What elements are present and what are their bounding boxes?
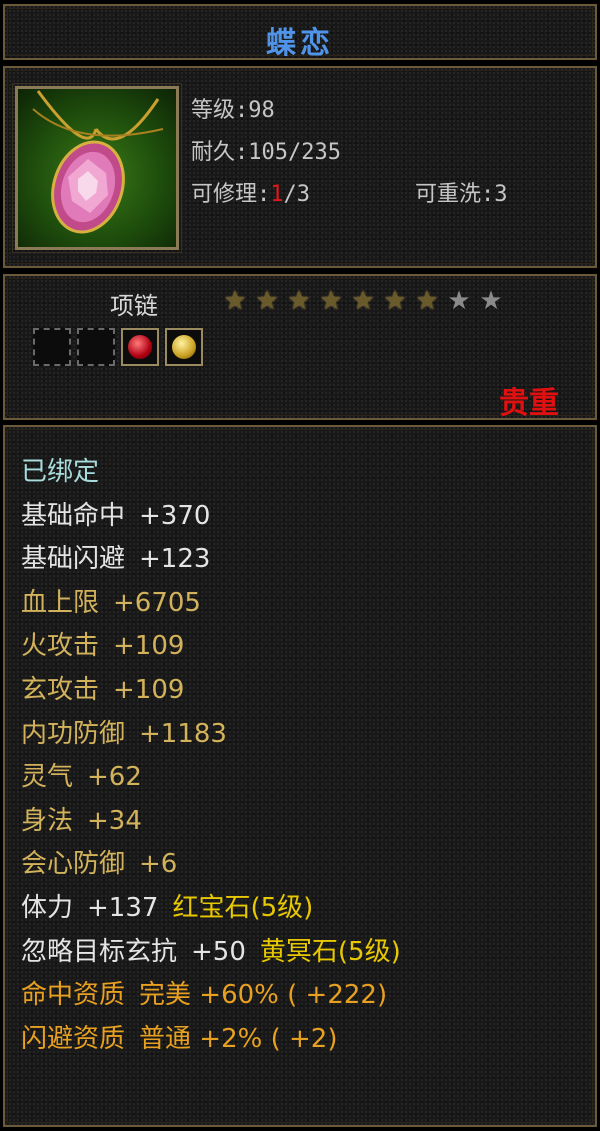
item-durability: 耐久:105/235 — [191, 140, 341, 165]
stat-value: +50 — [191, 936, 246, 967]
stat-value: +109 — [113, 631, 185, 662]
stat-row: 闪避资质 普通 +2% ( +2) — [21, 1018, 401, 1062]
stat-value: +123 — [139, 544, 211, 575]
stat-row: 玄攻击 +109 — [21, 669, 401, 713]
star-filled-icon: ★ — [255, 286, 279, 316]
stat-label: 会心防御 — [21, 849, 126, 880]
item-info: 项链 ★ ★ ★ ★ ★ ★ ★ ★ ★ 贵重 — [3, 274, 597, 421]
stat-row: 会心防御 +6 — [21, 843, 401, 887]
stat-row: 命中资质 完美 +60% ( +222) — [21, 974, 401, 1018]
stat-row: 血上限 +6705 — [21, 582, 401, 626]
stat-row: 基础闪避 +123 — [21, 538, 401, 582]
stat-label: 闪避资质 — [21, 1023, 126, 1054]
gem-socket[interactable] — [165, 328, 203, 366]
stat-row: 基础命中 +370 — [21, 495, 401, 539]
stat-label: 基础命中 — [21, 500, 126, 531]
item-rewash: 可重洗:3 — [415, 182, 508, 207]
stat-value: +109 — [113, 674, 185, 705]
stat-label: 基础闪避 — [21, 544, 126, 575]
stat-row: 火攻击 +109 — [21, 625, 401, 669]
stat-label: 内功防御 — [21, 718, 126, 749]
red-gem-icon — [128, 335, 152, 359]
stat-label: 已绑定 — [21, 457, 100, 487]
stat-gem-source: 黄冥石(5级) — [259, 936, 401, 967]
item-level: 等级:98 — [191, 98, 275, 123]
stat-row: 灵气 +62 — [21, 756, 401, 800]
stat-label: 命中资质 — [21, 980, 126, 1011]
stat-label: 血上限 — [21, 587, 100, 618]
item-name: 蝶恋 — [266, 26, 334, 61]
necklace-icon — [32, 90, 164, 234]
precious-tag: 贵重 — [499, 386, 559, 421]
item-icon-slot[interactable] — [12, 83, 182, 253]
stat-row: 体力 +137 红宝石(5级) — [21, 887, 401, 931]
stat-value: 完美 +60% ( +222) — [139, 980, 388, 1011]
stat-label: 忽略目标玄抗 — [21, 936, 178, 967]
stat-label: 玄攻击 — [21, 674, 100, 705]
star-filled-icon: ★ — [319, 286, 343, 316]
stat-gem-source: 红宝石(5级) — [172, 892, 314, 923]
star-rating: ★ ★ ★ ★ ★ ★ ★ ★ ★ — [221, 288, 505, 314]
repair-used: 1 — [270, 182, 284, 207]
repair-total: /3 — [283, 182, 311, 207]
item-header: 等级:98 耐久:105/235 可修理:1/3 可重洗:3 — [3, 66, 597, 268]
stat-value: +6705 — [113, 587, 201, 618]
repair-label: 可修理: — [191, 182, 271, 207]
item-type: 项链 — [110, 292, 158, 320]
stat-value: +6 — [139, 849, 178, 880]
stat-label: 身法 — [21, 805, 74, 836]
star-empty-icon: ★ — [447, 286, 471, 316]
stat-row: 忽略目标玄抗 +50 黄冥石(5级) — [21, 931, 401, 975]
stat-value: +62 — [87, 762, 142, 793]
stats-panel: 已绑定基础命中 +370 基础闪避 +123 血上限 +6705 火攻击 +109 玄攻击 +10… — [3, 425, 597, 1127]
stat-value: +1183 — [139, 718, 227, 749]
gem-sockets — [33, 328, 203, 366]
gem-socket[interactable] — [121, 328, 159, 366]
star-filled-icon: ★ — [223, 286, 247, 316]
title-bar: 蝶恋 — [3, 4, 597, 61]
stat-row: 内功防御 +1183 — [21, 713, 401, 757]
stat-label: 灵气 — [21, 762, 74, 793]
stat-row: 已绑定 — [21, 451, 401, 495]
stat-row: 身法 +34 — [21, 800, 401, 844]
stat-label: 体力 — [21, 892, 74, 923]
stat-label: 火攻击 — [21, 631, 100, 662]
stat-value: +34 — [87, 805, 142, 836]
item-repair: 可修理:1/3 — [191, 176, 310, 208]
star-empty-icon: ★ — [479, 286, 503, 316]
gem-socket[interactable] — [77, 328, 115, 366]
gem-socket[interactable] — [33, 328, 71, 366]
stat-value: +137 — [87, 892, 159, 923]
star-filled-icon: ★ — [351, 286, 375, 316]
star-filled-icon: ★ — [383, 286, 407, 316]
stat-value: +370 — [139, 500, 211, 531]
stat-value: 普通 +2% ( +2) — [139, 1023, 338, 1054]
stats-list: 已绑定基础命中 +370 基础闪避 +123 血上限 +6705 火攻击 +109 玄攻击 +10… — [21, 451, 401, 1061]
yellow-gem-icon — [172, 335, 196, 359]
star-filled-icon: ★ — [415, 286, 439, 316]
star-filled-icon: ★ — [287, 286, 311, 316]
